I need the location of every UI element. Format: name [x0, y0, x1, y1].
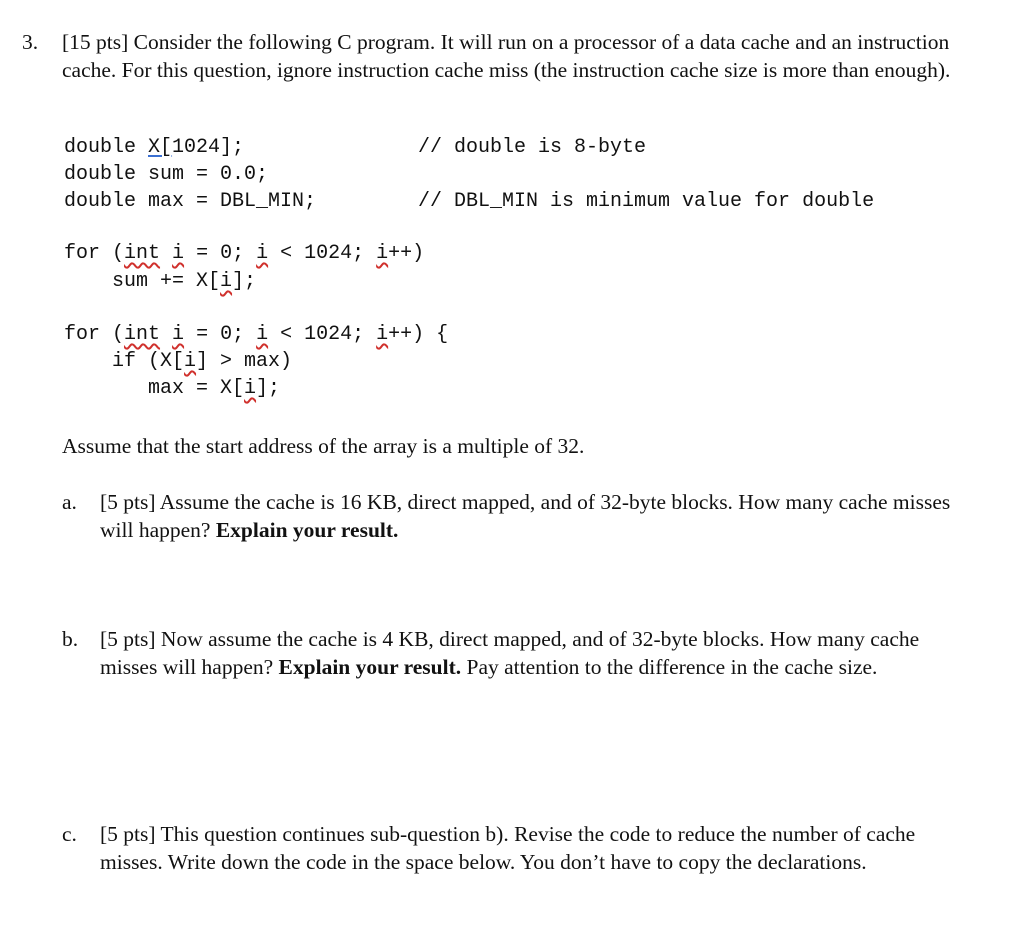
- subq-b-label: b.: [62, 627, 79, 651]
- code-comment-double-size: // double is 8-byte: [418, 136, 647, 159]
- subq-c-text: [5 pts] This question continues sub-ques…: [100, 822, 916, 874]
- subq-c-label: c.: [62, 822, 77, 846]
- array-name-token: X[: [148, 136, 173, 159]
- subq-b-text: [5 pts] Now assume the cache is 4 KB, di…: [100, 627, 920, 679]
- code-loop1-header: for (int i = 0; i < 1024; i++): [64, 242, 425, 265]
- code-loop2-header: for (int i = 0; i < 1024; i++) {: [64, 323, 449, 346]
- code-decl-max: double max = DBL_MIN;: [64, 190, 317, 213]
- question-points: [15 pts]: [62, 30, 129, 54]
- code-comment-dbl-min: // DBL_MIN is minimum value for double: [418, 190, 875, 213]
- code-loop1-body: sum += X[i];: [64, 270, 257, 293]
- assumption-text: Assume that the start address of the arr…: [62, 434, 585, 458]
- code-decl-array: double X[1024];: [64, 136, 245, 159]
- question-number: 3.: [22, 30, 39, 54]
- subq-a-bold: Explain your result.: [215, 518, 399, 542]
- spell-mark-int: int: [124, 323, 161, 346]
- code-loop2-if: if (X[i] > max): [64, 350, 293, 373]
- spell-mark-int: int: [124, 242, 161, 265]
- subq-a-label: a.: [62, 490, 77, 514]
- code-decl-sum: double sum = 0.0;: [64, 163, 269, 186]
- subq-a-text: [5 pts] Assume the cache is 16 KB, direc…: [100, 490, 951, 542]
- question-intro-text: Consider the following C program. It wil…: [62, 30, 951, 82]
- subq-b-bold: Explain your result.: [278, 655, 462, 679]
- question-intro: [15 pts] Consider the following C progra…: [62, 28, 992, 84]
- code-loop2-body: max = X[i];: [64, 377, 281, 400]
